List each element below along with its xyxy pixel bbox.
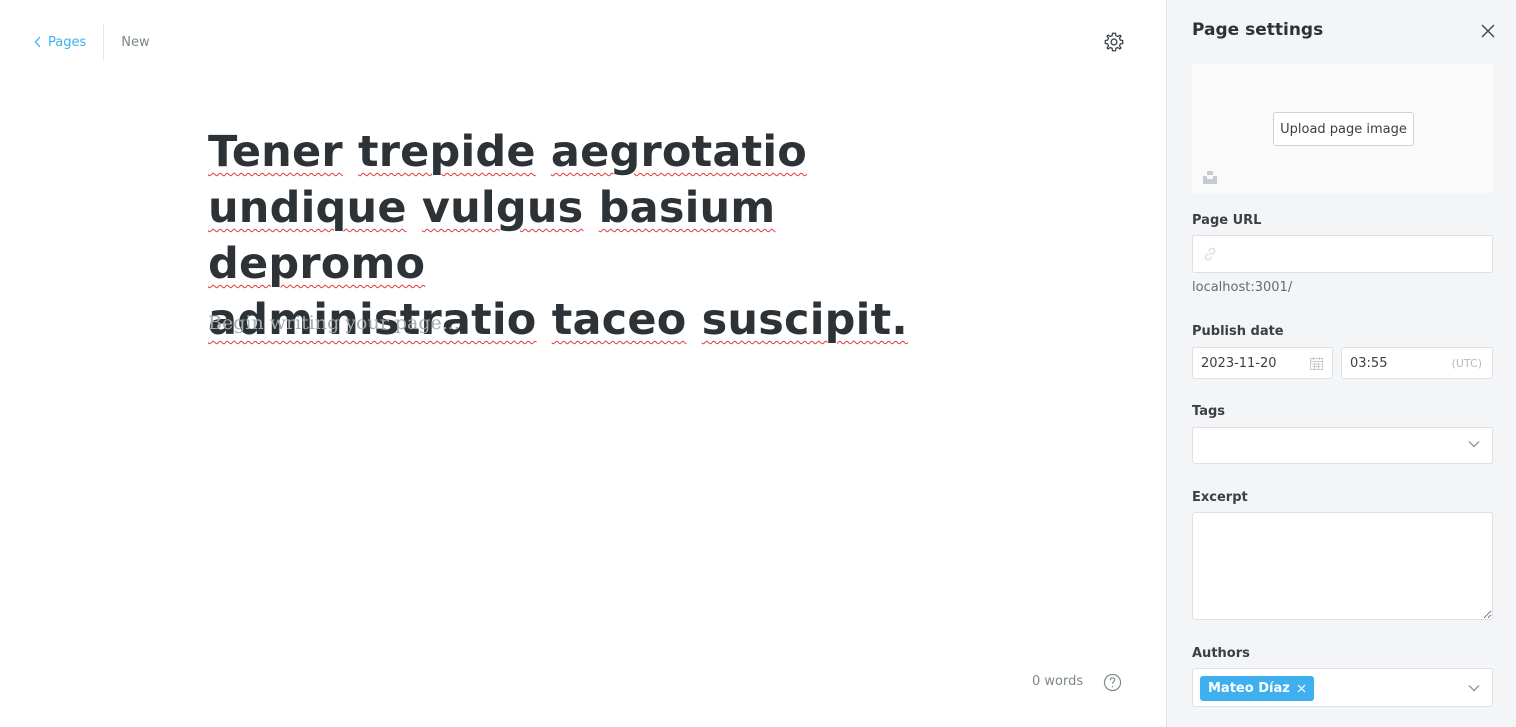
body-editor[interactable]: Begin writing your page... [208,312,460,334]
chevron-left-icon [34,36,41,48]
title-word: vulgus [421,183,584,233]
authors-select[interactable]: Mateo Díaz [1192,668,1493,707]
title-word: depromo [208,239,426,289]
title-word: basium [598,183,776,233]
publish-date-input[interactable]: 2023-11-20 [1192,347,1333,379]
post-status: New [121,34,150,50]
title-word: undique [208,183,407,233]
publish-time-value: 03:55 [1350,355,1388,371]
help-icon[interactable] [1103,673,1122,692]
timezone-label: (UTC) [1451,357,1482,370]
upload-image-button[interactable]: Upload page image [1273,112,1414,146]
back-link-label: Pages [48,34,87,50]
title-word: suscipit. [701,295,908,345]
title-word: Tener [208,127,343,177]
back-to-pages-link[interactable]: Pages [34,24,103,60]
remove-icon[interactable] [1297,684,1306,693]
link-icon [1204,247,1216,261]
calendar-icon[interactable] [1310,357,1323,370]
editor-pane: Pages New Tener trepide aegrotatio undiqu… [0,0,1166,727]
excerpt-textarea[interactable] [1192,512,1493,620]
page-url-input[interactable] [1192,235,1493,273]
settings-title: Page settings [1192,20,1324,40]
title-word: taceo [551,295,687,345]
breadcrumb-divider [103,24,105,60]
close-icon[interactable] [1479,22,1497,40]
title-word: aegrotatio [550,127,808,177]
settings-panel: Page settings Upload page image Page URL… [1166,0,1516,727]
page-url-label: Page URL [1192,213,1262,228]
publish-date-label: Publish date [1192,324,1284,339]
gear-icon[interactable] [1103,31,1125,53]
tags-label: Tags [1192,404,1226,419]
publish-date-value: 2023-11-20 [1201,355,1277,371]
word-count: 0 words [1032,674,1084,689]
chevron-down-icon [1468,685,1480,692]
author-name: Mateo Díaz [1208,681,1290,696]
unsplash-icon[interactable] [1203,170,1217,184]
page-url-hint: localhost:3001/ [1192,280,1293,295]
authors-label: Authors [1192,646,1250,661]
author-token[interactable]: Mateo Díaz [1200,676,1314,701]
page-image-uploader: Upload page image [1192,64,1493,193]
title-word: trepide [357,127,536,177]
excerpt-label: Excerpt [1192,490,1248,505]
publish-time-input[interactable]: 03:55 (UTC) [1341,347,1493,379]
breadcrumb: Pages New [34,24,150,60]
chevron-down-icon [1468,441,1480,448]
tags-select[interactable] [1192,427,1493,464]
